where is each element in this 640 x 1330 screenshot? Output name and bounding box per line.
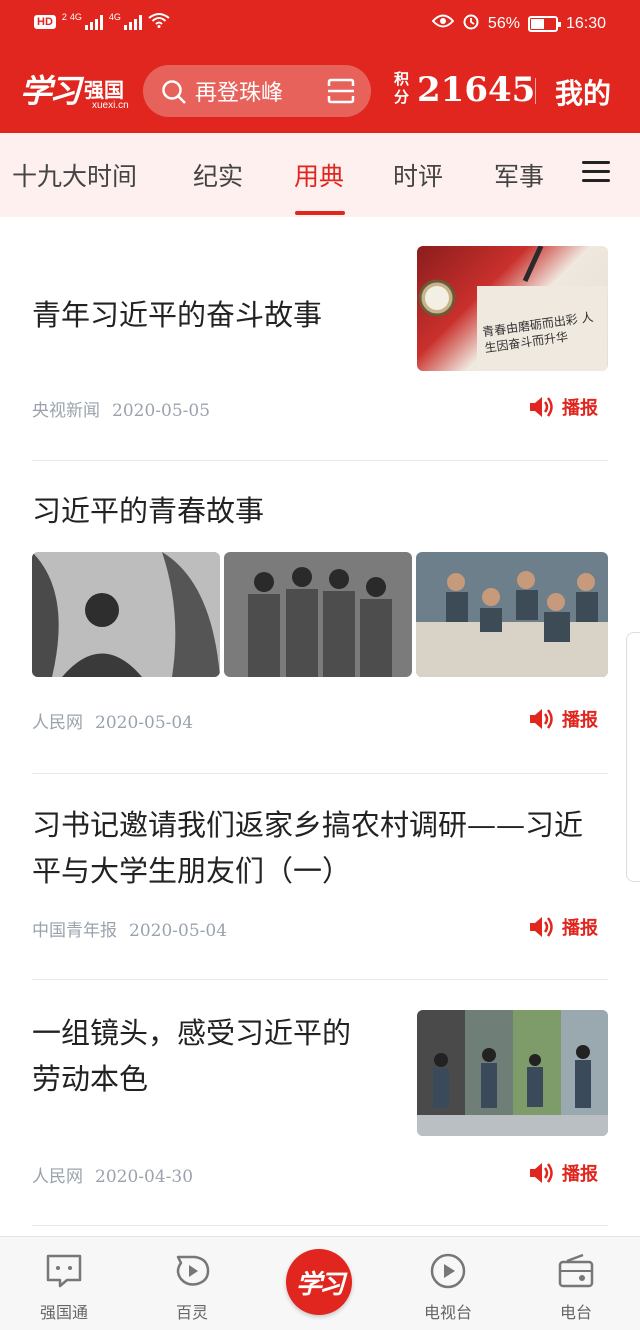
broadcast-label: 播报 — [562, 710, 598, 731]
article-source: 人民网 — [32, 713, 83, 733]
speaker-icon — [530, 397, 553, 417]
search-icon — [155, 65, 195, 117]
tab-shiping[interactable]: 时评 — [393, 157, 443, 193]
nav-label: 强国通 — [39, 1303, 88, 1322]
logo-domain: xuexi.cn — [92, 100, 129, 111]
article-title-line: 一组镜头，感受习近平的 — [32, 1016, 352, 1050]
nav-bailing[interactable]: 百灵 — [152, 1251, 232, 1323]
tab-yongdian[interactable]: 用典 — [294, 157, 344, 193]
app-header: 学习 强国 xuexi.cn 再登珠峰 积分 21645 我的 — [0, 48, 640, 133]
play-circle-icon — [408, 1251, 488, 1291]
eye-icon — [431, 14, 455, 33]
wifi-icon — [148, 12, 170, 31]
play-bubble-icon — [152, 1251, 232, 1291]
network-type-2: 4G — [108, 12, 121, 22]
nav-label: 电视台 — [423, 1303, 472, 1322]
status-right: 56% 16:30 — [431, 12, 606, 35]
article-title[interactable]: 习近平的青春故事 — [32, 488, 264, 534]
article-title[interactable]: 青年习近平的奋斗故事 — [32, 292, 322, 338]
tab-jishi[interactable]: 纪实 — [193, 157, 243, 193]
article-date: 2020-05-05 — [112, 401, 211, 421]
category-tabs: 十九大时间 纪实 用典 时评 军事 — [0, 133, 640, 217]
divider — [32, 979, 608, 980]
broadcast-label: 播报 — [562, 398, 598, 419]
broadcast-button[interactable]: 播报 — [528, 1160, 598, 1186]
clock: 16:30 — [565, 14, 606, 32]
search-bar[interactable]: 再登珠峰 — [143, 65, 371, 117]
article-thumbnail[interactable]: 青春由磨砺而出彩 人生因奋斗而升华 — [417, 246, 608, 371]
article-item[interactable]: 习近平的青春故事 人民网 2020-05-04 播报 — [32, 488, 608, 738]
tab-junshi[interactable]: 军事 — [494, 157, 544, 193]
speaker-icon — [530, 1163, 553, 1183]
article-title[interactable]: 一组镜头，感受习近平的 劳动本色 — [32, 1010, 402, 1102]
nav-tv[interactable]: 电视台 — [408, 1251, 488, 1323]
divider — [32, 773, 608, 774]
nav-label: 百灵 — [175, 1303, 208, 1322]
scroll-handle[interactable] — [626, 632, 640, 882]
nav-label: 电台 — [559, 1303, 592, 1322]
mine-button[interactable]: 我的 — [555, 72, 611, 112]
broadcast-button[interactable]: 播报 — [528, 394, 598, 420]
bottom-nav: 强国通 百灵 学习 电视台 电台 — [0, 1236, 640, 1330]
network-type-1: 4G — [69, 12, 82, 22]
app-logo[interactable]: 学习 强国 xuexi.cn — [20, 64, 132, 116]
broadcast-label: 播报 — [562, 1164, 598, 1185]
speaker-icon — [530, 709, 553, 729]
points-value[interactable]: 21645 — [417, 70, 535, 110]
article-title-line: 劳动本色 — [32, 1062, 149, 1096]
article-title[interactable]: 习书记邀请我们返家乡搞农村调研——习近 平与大学生朋友们（一） — [32, 802, 608, 894]
divider — [32, 460, 608, 461]
nav-qiangguotong[interactable]: 强国通 — [24, 1251, 104, 1323]
article-image-2[interactable] — [224, 552, 412, 677]
nav-radio[interactable]: 电台 — [536, 1251, 616, 1323]
article-meta: 央视新闻 2020-05-05 — [32, 396, 210, 421]
signal-icon — [123, 14, 142, 30]
article-title-line: 平与大学生朋友们（一） — [32, 854, 352, 888]
alarm-icon — [462, 12, 480, 35]
article-thumbnail[interactable] — [417, 1010, 608, 1136]
status-bar: HD 2 4G 4G 56% 16:30 — [0, 0, 640, 48]
article-image-3[interactable] — [416, 552, 608, 677]
article-meta: 人民网 2020-04-30 — [32, 1162, 193, 1187]
sim-number: 2 — [61, 12, 67, 22]
article-source: 中国青年报 — [32, 921, 117, 941]
battery-icon — [527, 15, 561, 32]
points-label: 积分 — [394, 70, 410, 106]
menu-icon[interactable] — [580, 157, 614, 187]
article-item[interactable]: 一组镜头，感受习近平的 劳动本色 人民网 2020-04-30 播报 — [32, 1010, 608, 1200]
article-source: 央视新闻 — [32, 401, 100, 421]
article-title-line: 习书记邀请我们返家乡搞农村调研——习近 — [32, 808, 584, 842]
article-meta: 人民网 2020-05-04 — [32, 708, 193, 733]
article-meta: 中国青年报 2020-05-04 — [32, 916, 227, 941]
search-query[interactable]: 再登珠峰 — [195, 75, 321, 107]
logo-script: 学习 — [20, 72, 81, 110]
article-date: 2020-05-04 — [95, 713, 194, 733]
xuexi-center-button[interactable]: 学习 — [286, 1249, 352, 1315]
speaker-icon — [530, 917, 553, 937]
divider — [32, 1225, 608, 1226]
tab-shijiuda[interactable]: 十九大时间 — [12, 157, 137, 193]
article-date: 2020-04-30 — [95, 1167, 194, 1187]
header-divider — [535, 78, 536, 104]
logo-text: 强国 — [84, 78, 124, 102]
article-item[interactable]: 习书记邀请我们返家乡搞农村调研——习近 平与大学生朋友们（一） 中国青年报 202… — [32, 802, 608, 952]
broadcast-button[interactable]: 播报 — [528, 914, 598, 940]
article-source: 人民网 — [32, 1167, 83, 1187]
broadcast-button[interactable]: 播报 — [528, 706, 598, 732]
signal-icon — [84, 14, 103, 30]
radio-icon — [536, 1251, 616, 1291]
chat-icon — [24, 1251, 104, 1291]
broadcast-label: 播报 — [562, 918, 598, 939]
battery-percent: 56% — [487, 14, 520, 32]
hd-badge: HD — [34, 14, 56, 29]
scan-icon[interactable] — [321, 65, 361, 117]
center-logo: 学习 — [295, 1269, 345, 1300]
status-left: HD 2 4G 4G — [34, 12, 170, 31]
article-item[interactable]: 青年习近平的奋斗故事 青春由磨砺而出彩 人生因奋斗而升华 央视新闻 2020-05… — [32, 246, 608, 426]
article-date: 2020-05-04 — [129, 921, 228, 941]
active-tab-indicator — [295, 211, 345, 215]
article-image-1[interactable] — [32, 552, 220, 677]
